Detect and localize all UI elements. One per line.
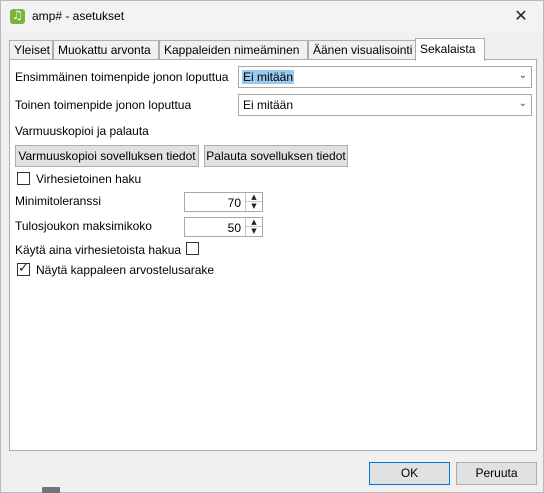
- chevron-down-icon: ⌄: [518, 98, 527, 109]
- decrement-icon[interactable]: ▼: [246, 202, 262, 211]
- always-fuzzy-checkbox[interactable]: [186, 242, 199, 255]
- background-window-fragment: [42, 487, 60, 493]
- show-rating-label: Näytä kappaleen arvostelusarake: [36, 263, 215, 277]
- tab-custom-shuffle[interactable]: Muokattu arvonta: [53, 40, 159, 60]
- show-rating-checkbox[interactable]: ✓: [17, 261, 30, 276]
- restore-button[interactable]: Palauta sovelluksen tiedot: [204, 145, 348, 167]
- fuzzy-search-label: Virhesietoinen haku: [36, 172, 142, 186]
- max-results-stepper[interactable]: 50 ▲ ▼: [184, 217, 263, 237]
- decrement-icon[interactable]: ▼: [246, 227, 262, 236]
- title-bar: amp# - asetukset ✕: [1, 1, 543, 33]
- tab-general[interactable]: Yleiset: [9, 40, 53, 60]
- cancel-button[interactable]: Peruuta: [456, 462, 537, 485]
- backup-section-label: Varmuuskopioi ja palauta: [15, 124, 149, 138]
- increment-icon[interactable]: ▲: [246, 218, 262, 227]
- window-title: amp# - asetukset: [32, 9, 125, 23]
- min-tolerance-stepper[interactable]: 70 ▲ ▼: [184, 192, 263, 212]
- settings-dialog: amp# - asetukset ✕ Yleiset Muokattu arvo…: [0, 0, 544, 493]
- tab-misc[interactable]: Sekalaista: [415, 38, 485, 61]
- stepper-buttons: ▲ ▼: [245, 218, 262, 236]
- first-action-label: Ensimmäinen toimenpide jonon loputtua: [15, 70, 229, 84]
- checkmark-icon: ✓: [18, 261, 29, 276]
- first-action-value: Ei mitään: [242, 70, 295, 84]
- second-action-value: Ei mitään: [243, 98, 294, 112]
- increment-icon[interactable]: ▲: [246, 193, 262, 202]
- tab-audio-visualization[interactable]: Äänen visualisointi: [308, 40, 416, 60]
- max-results-label: Tulosjoukon maksimikoko: [15, 219, 152, 233]
- min-tolerance-value: 70: [227, 196, 241, 210]
- second-action-label: Toinen toimenpide jonon loputtua: [15, 98, 192, 112]
- first-action-select[interactable]: Ei mitään ⌄: [238, 66, 532, 88]
- backup-button[interactable]: Varmuuskopioi sovelluksen tiedot: [15, 145, 199, 167]
- chevron-down-icon: ⌄: [518, 70, 527, 81]
- always-fuzzy-label: Käytä aina virhesietoista hakua: [15, 243, 182, 257]
- close-button[interactable]: ✕: [503, 3, 539, 29]
- stepper-buttons: ▲ ▼: [245, 193, 262, 211]
- ok-button[interactable]: OK: [369, 462, 450, 485]
- tab-song-naming[interactable]: Kappaleiden nimeäminen: [159, 40, 308, 60]
- misc-panel: Ensimmäinen toimenpide jonon loputtua Ei…: [9, 59, 537, 451]
- min-tolerance-label: Minimitoleranssi: [15, 194, 102, 208]
- fuzzy-search-checkbox[interactable]: [17, 172, 30, 185]
- music-note-icon: [10, 8, 25, 24]
- max-results-value: 50: [227, 221, 241, 235]
- second-action-select[interactable]: Ei mitään ⌄: [238, 94, 532, 116]
